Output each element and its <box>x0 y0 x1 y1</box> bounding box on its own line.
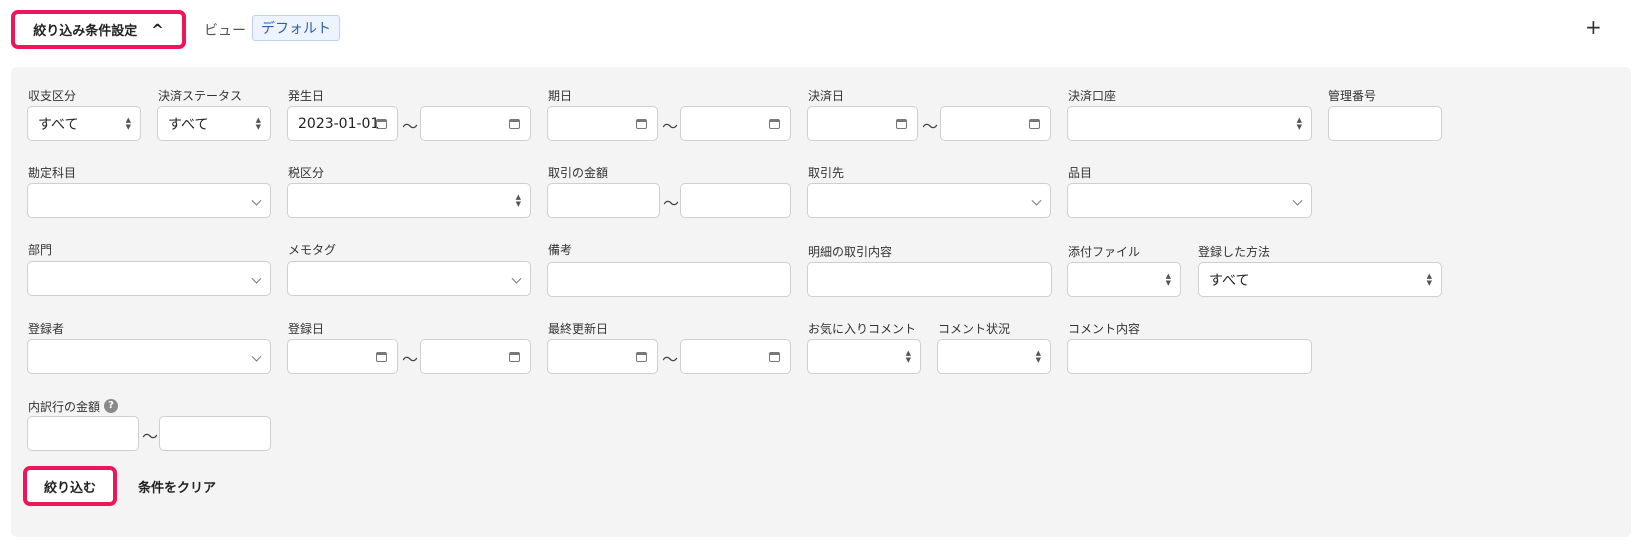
amount-to-input[interactable] <box>680 183 791 218</box>
select-arrows-icon: ▲ ▼ <box>1296 115 1302 131</box>
clear-filter-button[interactable]: 条件をクリア <box>138 477 216 496</box>
range-separator: 〜 <box>662 350 679 369</box>
tax-category-select[interactable]: ▲ ▼ <box>287 183 531 218</box>
last-updated-to[interactable] <box>680 339 791 374</box>
last-updated-from[interactable] <box>547 339 658 374</box>
registrant-combobox[interactable] <box>27 339 271 374</box>
label-registration-method: 登録した方法 <box>1198 245 1271 259</box>
chevron-down-icon <box>1031 195 1042 206</box>
payment-date-to[interactable] <box>940 106 1051 141</box>
label-management-no: 管理番号 <box>1328 89 1377 103</box>
label-department: 部門 <box>28 243 53 257</box>
calendar-icon[interactable] <box>509 118 520 129</box>
range-separator: 〜 <box>922 117 939 136</box>
payment-status-select[interactable]: すべて ▲ ▼ <box>157 106 271 141</box>
chevron-down-icon <box>251 273 262 284</box>
registration-date-from[interactable] <box>287 339 398 374</box>
calendar-icon[interactable] <box>1029 118 1040 129</box>
label-comment-content: コメント内容 <box>1068 322 1141 336</box>
registration-date-to[interactable] <box>420 339 531 374</box>
select-arrows-icon: ▲ ▼ <box>1426 271 1432 287</box>
attachment-select[interactable]: ▲ ▼ <box>1067 262 1181 297</box>
chevron-down-icon <box>251 195 262 206</box>
label-favorite-comment: お気に入りコメント <box>808 322 917 336</box>
label-amount: 取引の金額 <box>548 166 609 180</box>
label-registration-date: 登録日 <box>288 322 325 336</box>
occurrence-date-to[interactable] <box>420 106 531 141</box>
label-partner: 取引先 <box>808 166 845 180</box>
label-due-date: 期日 <box>548 89 573 103</box>
label-tax-category: 税区分 <box>288 166 325 180</box>
detail-content-input[interactable] <box>807 262 1052 297</box>
label-remarks: 備考 <box>548 243 573 257</box>
chevron-down-icon <box>1292 195 1303 206</box>
breakdown-amount-from[interactable] <box>27 416 139 451</box>
occurrence-date-from[interactable]: 2023-01-01 <box>287 106 398 141</box>
item-combobox[interactable] <box>1067 183 1312 218</box>
income-type-select[interactable]: すべて ▲ ▼ <box>27 106 141 141</box>
add-icon[interactable]: + <box>1585 15 1602 39</box>
apply-highlight <box>23 466 117 506</box>
label-payment-account: 決済口座 <box>1068 89 1117 103</box>
label-registrant: 登録者 <box>28 322 65 336</box>
registration-method-select[interactable]: すべて ▲ ▼ <box>1198 262 1442 297</box>
amount-from-input[interactable] <box>547 183 660 218</box>
range-separator: 〜 <box>402 350 419 369</box>
filter-toggle-button[interactable]: 絞り込み条件設定 ^ <box>11 10 186 49</box>
label-item: 品目 <box>1068 166 1093 180</box>
calendar-icon[interactable] <box>769 351 780 362</box>
payment-account-select[interactable]: ▲ ▼ <box>1067 106 1312 141</box>
label-breakdown-amount: 内訳行の金額 <box>28 400 101 414</box>
label-attachment: 添付ファイル <box>1068 245 1141 259</box>
range-separator: 〜 <box>142 427 159 446</box>
calendar-icon[interactable] <box>509 351 520 362</box>
select-arrows-icon: ▲ ▼ <box>255 115 261 131</box>
chevron-up-icon: ^ <box>151 20 164 39</box>
label-occurrence-date: 発生日 <box>288 89 325 103</box>
label-memo-tag: メモタグ <box>288 243 337 257</box>
calendar-icon[interactable] <box>896 118 907 129</box>
select-arrows-icon: ▲ ▼ <box>1035 348 1041 364</box>
label-detail-content: 明細の取引内容 <box>808 245 893 259</box>
chevron-down-icon <box>511 273 522 284</box>
help-icon[interactable]: ? <box>104 399 118 413</box>
select-arrows-icon: ▲ ▼ <box>1165 271 1171 287</box>
range-separator: 〜 <box>663 194 680 213</box>
view-label: ビュー <box>204 23 246 39</box>
select-arrows-icon: ▲ ▼ <box>905 348 911 364</box>
label-payment-status: 決済ステータス <box>158 89 243 103</box>
label-payment-date: 決済日 <box>808 89 845 103</box>
range-separator: 〜 <box>662 117 679 136</box>
payment-date-from[interactable] <box>807 106 918 141</box>
due-date-to[interactable] <box>680 106 791 141</box>
memo-tag-combobox[interactable] <box>287 261 531 296</box>
account-item-combobox[interactable] <box>27 183 271 218</box>
comment-content-input[interactable] <box>1067 339 1312 374</box>
label-income-type: 収支区分 <box>28 89 77 103</box>
label-last-updated: 最終更新日 <box>548 322 609 336</box>
calendar-icon[interactable] <box>636 118 647 129</box>
calendar-icon[interactable] <box>769 118 780 129</box>
breakdown-amount-to[interactable] <box>159 416 271 451</box>
department-combobox[interactable] <box>27 261 271 296</box>
due-date-from[interactable] <box>547 106 658 141</box>
remarks-input[interactable] <box>547 262 791 297</box>
select-arrows-icon: ▲ ▼ <box>515 192 521 208</box>
partner-combobox[interactable] <box>807 183 1051 218</box>
select-arrows-icon: ▲ ▼ <box>125 115 131 131</box>
filter-toggle-label: 絞り込み条件設定 <box>33 24 138 39</box>
favorite-comment-select[interactable]: ▲ ▼ <box>807 339 921 374</box>
comment-status-select[interactable]: ▲ ▼ <box>937 339 1051 374</box>
view-chip[interactable]: デフォルト <box>252 15 340 41</box>
calendar-icon[interactable] <box>376 351 387 362</box>
management-no-input[interactable] <box>1328 106 1442 141</box>
label-comment-status: コメント状況 <box>938 322 1011 336</box>
calendar-icon[interactable] <box>376 118 387 129</box>
calendar-icon[interactable] <box>636 351 647 362</box>
label-account-item: 勘定科目 <box>28 166 77 180</box>
range-separator: 〜 <box>402 117 419 136</box>
chevron-down-icon <box>251 351 262 362</box>
